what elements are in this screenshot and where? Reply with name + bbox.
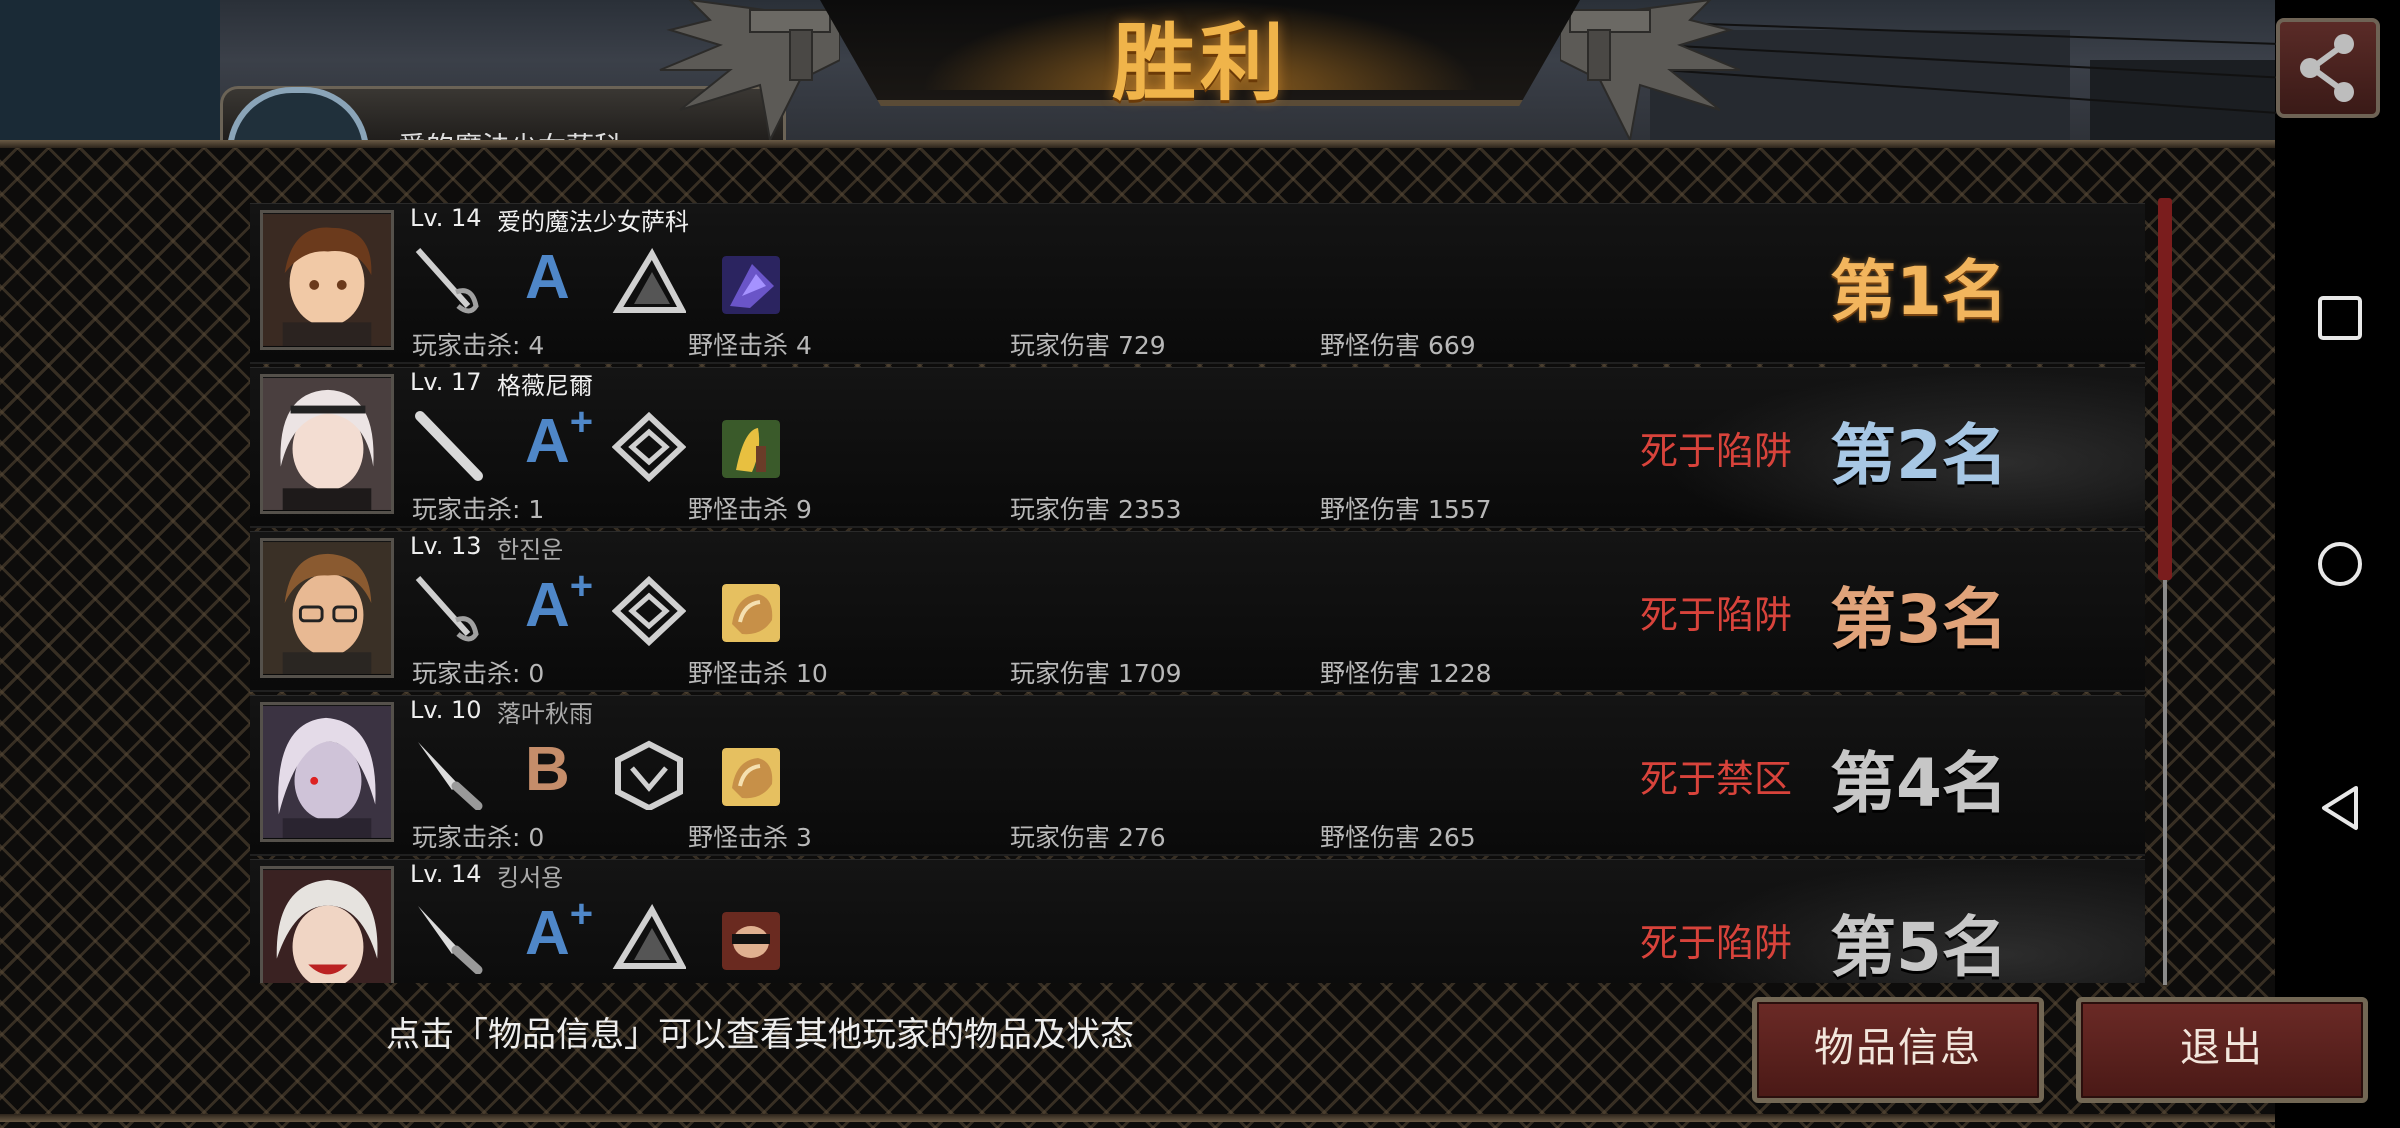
grade-badge: A+ [525,892,594,968]
triangle-class-icon [612,904,686,969]
item-info-button[interactable]: 物品信息 [1752,997,2044,1103]
monster-kills: 野怪击杀 10 [688,659,828,688]
diamond-class-icon [612,576,686,646]
death-cause: 死于陷阱 [1640,921,1793,965]
rank-label: 第5名 [1830,909,2008,983]
player-damage: 玩家伤害 276 [1010,823,1166,852]
monster-damage: 野怪伤害 669 [1320,331,1476,360]
victory-title: 胜利 [1111,14,1288,112]
ranking-row[interactable]: Lv. 14 킹서용 A+ 死于陷阱 第5名 [250,859,2145,983]
player-damage: 玩家伤害 1709 [1010,659,1182,688]
rank-label: 第3名 [1830,581,2008,658]
recents-square-icon[interactable] [2316,294,2364,342]
item-icon [722,584,780,642]
divider [0,1114,2275,1122]
rank-label: 第1名 [1830,253,2008,330]
ranking-row[interactable]: Lv. 14 爱的魔法少女萨科 A 玩家击杀: 4 野怪击杀 4 玩家伤害 72… [250,203,2145,364]
avatar [260,210,394,350]
player-kills: 玩家击杀: 1 [412,495,545,524]
player-kills: 玩家击杀: 0 [412,659,545,688]
player-kills: 玩家击杀: 0 [412,823,545,852]
divider [0,140,2275,148]
monster-damage: 野怪伤害 265 [1320,823,1476,852]
player-level: Lv. 10 [410,696,482,724]
item-icon [722,748,780,806]
item-icon [722,912,780,970]
player-level: Lv. 14 [410,204,482,232]
grade-badge: A+ [525,564,594,640]
triangle-class-icon [612,248,686,313]
ranking-row[interactable]: Lv. 17 格薇尼爾 A+ 玩家击杀: 1 野怪击杀 9 玩家伤害 2353 … [250,367,2145,528]
player-name: 格薇尼爾 [497,372,593,400]
item-icon [722,420,780,478]
back-triangle-icon[interactable] [2316,784,2364,832]
monster-damage: 野怪伤害 1228 [1320,659,1492,688]
player-level: Lv. 14 [410,860,482,888]
rank-label: 第2名 [1830,417,2008,494]
bat-weapon-icon [415,411,483,481]
player-level: Lv. 17 [410,368,482,396]
rapier-weapon-icon [415,248,479,314]
rapier-weapon-icon [415,576,479,642]
monster-damage: 野怪伤害 1557 [1320,495,1492,524]
share-icon [2300,34,2354,102]
diamond-class-icon [612,412,686,482]
share-button[interactable] [2276,18,2380,118]
avatar [260,538,394,678]
grade-badge: A [525,243,570,312]
monster-kills: 野怪击杀 4 [688,331,812,360]
scrollbar-thumb[interactable] [2158,198,2172,580]
exit-button[interactable]: 退出 [2076,997,2368,1103]
player-name: 爱的魔法少女萨科 [497,208,689,236]
knife-weapon-icon [418,906,483,974]
player-name: 한진운 [497,536,564,564]
grade-badge: B [525,735,570,804]
player-damage: 玩家伤害 729 [1010,331,1166,360]
ranking-list[interactable]: Lv. 14 爱的魔法少女萨科 A 玩家击杀: 4 野怪击杀 4 玩家伤害 72… [250,203,2145,983]
item-icon [722,256,780,314]
monster-kills: 野怪击杀 9 [688,495,812,524]
death-cause: 死于陷阱 [1640,593,1793,637]
player-name: 落叶秋雨 [497,700,593,728]
knife-weapon-icon [418,742,483,810]
player-damage: 玩家伤害 2353 [1010,495,1182,524]
avatar [260,374,394,514]
player-level: Lv. 13 [410,532,482,560]
home-circle-icon[interactable] [2316,540,2364,588]
player-name: 킹서용 [497,864,564,892]
death-cause: 死于禁区 [1640,757,1793,801]
ranking-row[interactable]: Lv. 10 落叶秋雨 B 玩家击杀: 0 野怪击杀 3 玩家伤害 276 野怪… [250,695,2145,856]
hexagon-class-icon [615,740,683,810]
death-cause: 死于陷阱 [1640,429,1793,473]
hint-text: 点击「物品信息」可以查看其他玩家的物品及状态 [386,1015,1134,1055]
grade-badge: A+ [525,400,594,476]
avatar [260,866,394,983]
monster-kills: 野怪击杀 3 [688,823,812,852]
avatar [260,702,394,842]
rank-label: 第4名 [1830,745,2008,822]
player-kills: 玩家击杀: 4 [412,331,545,360]
ranking-row[interactable]: Lv. 13 한진운 A+ 玩家击杀: 0 野怪击杀 10 玩家伤害 1709 … [250,531,2145,692]
